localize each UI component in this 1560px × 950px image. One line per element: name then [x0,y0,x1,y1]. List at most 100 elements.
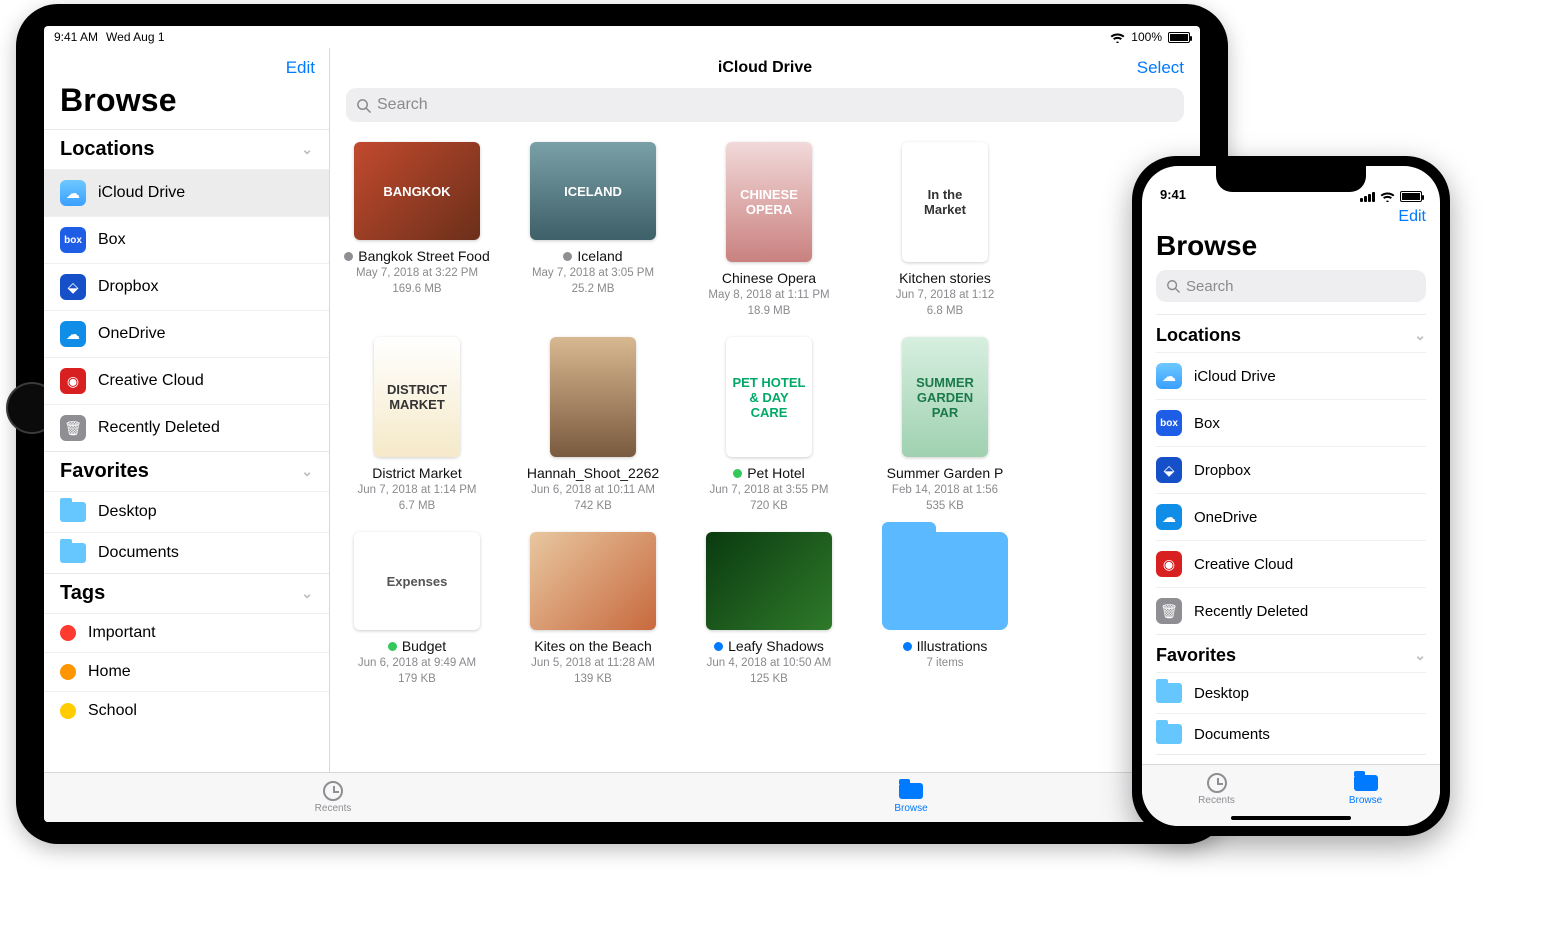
file-name: Leafy Shadows [694,638,844,654]
box-icon: box [1156,410,1182,436]
favorite-desktop[interactable]: Desktop [44,491,329,532]
folder-icon [882,532,1008,630]
file-grid: BANGKOK Bangkok Street Food May 7, 2018 … [330,132,1200,772]
sidebar-item-onedrive[interactable]: ☁OneDrive [1156,493,1426,540]
main-title: iCloud Drive [718,59,812,77]
file-tile[interactable]: DISTRICT MARKET District Market Jun 7, 2… [342,337,492,514]
select-button[interactable]: Select [1137,58,1184,77]
file-meta: Jun 7, 2018 at 1:126.8 MB [870,288,1020,319]
file-tile[interactable]: In the Market Kitchen stories Jun 7, 201… [870,142,1020,319]
file-meta: Jun 5, 2018 at 11:28 AM139 KB [518,656,668,687]
sidebar-item-label: Home [88,663,131,681]
status-dot-icon [344,252,353,261]
locations-list: ☁︎ iCloud Drive box Box ⬙ Dropbox ☁ OneD… [44,169,329,451]
sidebar-item-label: Recently Deleted [1194,603,1308,620]
ipad-device: 9:41 AM Wed Aug 1 100% Edit Browse Locat… [16,4,1228,844]
file-meta: May 7, 2018 at 3:05 PM25.2 MB [518,266,668,297]
section-favorites[interactable]: Favorites ⌄ [1156,634,1426,672]
file-thumbnail: CHINESE OPERA [726,142,812,262]
clock-icon [321,781,345,801]
battery-percent: 100% [1131,30,1162,44]
iphone-device: 9:41 Edit Browse Search Locations ⌄ ☁︎iC… [1132,156,1450,836]
file-thumbnail [706,532,832,630]
file-tile[interactable]: Hannah_Shoot_2262 Jun 6, 2018 at 10:11 A… [518,337,668,514]
file-tile[interactable]: SUMMER GARDEN PAR Summer Garden P Feb 14… [870,337,1020,514]
sidebar-item-dropbox[interactable]: ⬙ Dropbox [44,263,329,310]
file-thumbnail: In the Market [902,142,988,262]
favorite-desktop[interactable]: Desktop [1156,672,1426,713]
onedrive-icon: ☁ [60,321,86,347]
file-tile[interactable]: PET HOTEL & DAY CARE Pet Hotel Jun 7, 20… [694,337,844,514]
file-meta: Feb 14, 2018 at 1:56535 KB [870,483,1020,514]
file-meta: Jun 7, 2018 at 3:55 PM720 KB [694,483,844,514]
tag-item[interactable]: Important [44,613,329,652]
ipad-status-bar: 9:41 AM Wed Aug 1 100% [44,26,1200,48]
iphone-title: Browse [1156,230,1426,270]
file-tile[interactable]: BANGKOK Bangkok Street Food May 7, 2018 … [342,142,492,319]
file-name: Summer Garden P [870,465,1020,481]
file-meta: 7 items [870,656,1020,672]
section-locations[interactable]: Locations ⌄ [44,129,329,169]
favorite-documents[interactable]: Documents [44,532,329,573]
search-icon [356,98,371,113]
search-input[interactable]: Search [346,88,1184,122]
creative-cloud-icon: ◉ [1156,551,1182,577]
tab-browse[interactable]: Browse [1291,765,1440,814]
sidebar-item-box[interactable]: box Box [44,216,329,263]
box-icon: box [60,227,86,253]
file-name: Iceland [518,248,668,264]
status-time: 9:41 AM [54,30,98,44]
search-placeholder: Search [377,96,428,114]
section-tags[interactable]: Tags ⌄ [1156,754,1426,764]
sidebar-item-recently-deleted[interactable]: 🗑Recently Deleted [1156,587,1426,634]
file-tile[interactable]: Illustrations 7 items [870,532,1020,687]
wifi-icon [1110,32,1125,43]
chevron-down-icon: ⌄ [301,585,313,602]
tab-recents[interactable]: Recents [44,773,622,822]
sidebar-item-recently-deleted[interactable]: 🗑 Recently Deleted [44,404,329,451]
status-dot-icon [903,642,912,651]
sidebar-item-dropbox[interactable]: ⬙Dropbox [1156,446,1426,493]
onedrive-icon: ☁ [1156,504,1182,530]
status-dot-icon [733,469,742,478]
sidebar-item-icloud-drive[interactable]: ☁︎iCloud Drive [1156,352,1426,399]
sidebar-item-icloud-drive[interactable]: ☁︎ iCloud Drive [44,169,329,216]
search-input[interactable]: Search [1156,270,1426,302]
file-tile[interactable]: ICELAND Iceland May 7, 2018 at 3:05 PM25… [518,142,668,319]
sidebar-item-label: Box [98,231,126,249]
ipad-tabbar: Recents Browse [44,772,1200,822]
sidebar-item-label: Desktop [98,503,157,521]
sidebar-item-onedrive[interactable]: ☁ OneDrive [44,310,329,357]
sidebar-item-label: Recently Deleted [98,419,220,437]
tab-browse[interactable]: Browse [622,773,1200,822]
file-tile[interactable]: Leafy Shadows Jun 4, 2018 at 10:50 AM125… [694,532,844,687]
tab-label: Browse [894,803,927,814]
sidebar-title: Browse [44,78,329,129]
file-meta: Jun 6, 2018 at 9:49 AM179 KB [342,656,492,687]
file-tile[interactable]: Expenses Budget Jun 6, 2018 at 9:49 AM17… [342,532,492,687]
section-favorites[interactable]: Favorites ⌄ [44,451,329,491]
tab-recents[interactable]: Recents [1142,765,1291,814]
edit-button[interactable]: Edit [1398,208,1426,226]
folder-icon [1354,773,1378,793]
section-locations[interactable]: Locations ⌄ [1156,314,1426,352]
file-tile[interactable]: Kites on the Beach Jun 5, 2018 at 11:28 … [518,532,668,687]
sidebar-item-box[interactable]: boxBox [1156,399,1426,446]
file-name: Kitchen stories [870,270,1020,286]
folder-icon [60,543,86,563]
home-indicator[interactable] [1231,816,1351,820]
cellular-icon [1360,192,1375,202]
tag-item[interactable]: Home [44,652,329,691]
favorite-documents[interactable]: Documents [1156,713,1426,754]
file-meta: Jun 4, 2018 at 10:50 AM125 KB [694,656,844,687]
tab-label: Recents [1198,795,1235,806]
file-name: Pet Hotel [694,465,844,481]
notch [1216,166,1366,192]
sidebar-item-creative-cloud[interactable]: ◉Creative Cloud [1156,540,1426,587]
sidebar-item-creative-cloud[interactable]: ◉ Creative Cloud [44,357,329,404]
tag-dot-icon [60,625,76,641]
edit-button[interactable]: Edit [286,58,315,78]
section-tags[interactable]: Tags ⌄ [44,573,329,613]
tag-item[interactable]: School [44,691,329,730]
file-tile[interactable]: CHINESE OPERA Chinese Opera May 8, 2018 … [694,142,844,319]
